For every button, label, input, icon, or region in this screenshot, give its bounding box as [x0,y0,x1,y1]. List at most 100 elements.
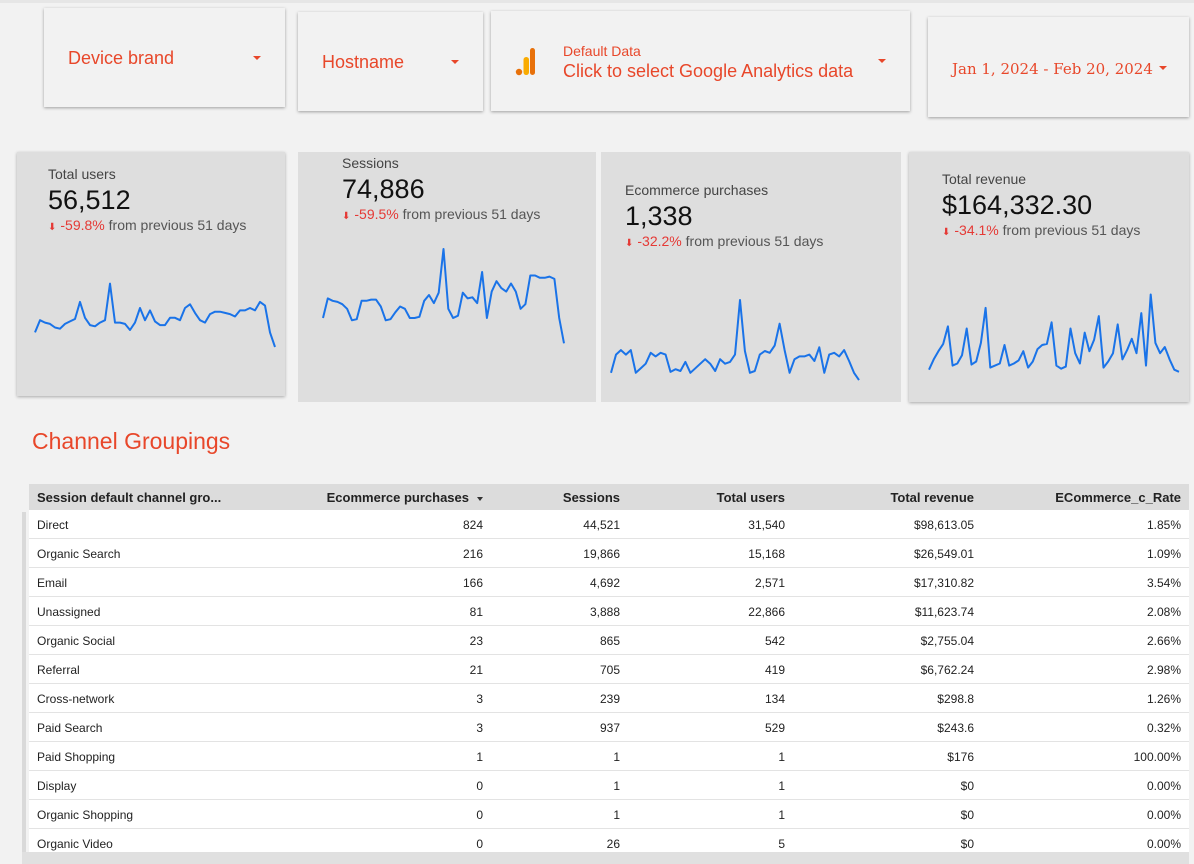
cell-total-revenue: $298.8 [937,692,974,706]
cell-ecommerce-rate: 0.32% [1146,721,1181,735]
cell-ecommerce-rate: 2.08% [1146,605,1181,619]
cell-ecommerce-rate: 0.00% [1146,779,1181,793]
cell-sessions: 865 [599,634,620,648]
cell-ecommerce-purchases: 3 [476,721,483,735]
cell-channel: Unassigned [37,605,101,619]
sort-descending-icon [477,496,483,501]
cell-ecommerce-purchases: 824 [462,518,483,532]
cell-sessions: 26 [606,837,620,851]
cell-total-users: 31,540 [748,518,785,532]
table-row[interactable]: Email 166 4,692 2,571 $17,310.82 3.54% [29,568,1189,597]
scorecard-total-revenue: Total revenue $164,332.30 ⬇ -34.1% from p… [909,152,1189,402]
cell-total-users: 529 [764,721,785,735]
data-source-selector[interactable]: Default Data Click to select Google Anal… [491,11,910,111]
table-body: Direct 824 44,521 31,540 $98,613.05 1.85% Orga… [29,510,1189,858]
table-row[interactable]: Cross-network 3 239 134 $298.8 1.26% [29,684,1189,713]
table-row[interactable]: Organic Search 216 19,866 15,168 $26,549.01 1… [29,539,1189,568]
cell-channel: Paid Search [37,721,103,735]
column-header-ecommerce-purchases[interactable]: Ecommerce purchases [327,490,483,505]
cell-ecommerce-rate: 1.26% [1146,692,1181,706]
scorecard-sessions: Sessions 74,886 ⬇ -59.5% from previous 51… [298,152,596,402]
cell-total-users: 542 [764,634,785,648]
table-bottom-scrollbar[interactable] [22,852,1189,864]
table-row[interactable]: Organic Social 23 865 542 $2,755.04 2.66% [29,626,1189,655]
column-header-total-users[interactable]: Total users [717,490,785,505]
table-row[interactable]: Paid Shopping 1 1 1 $176 100.00% [29,742,1189,771]
data-source-subtitle: Default Data [563,43,641,59]
cell-channel: Organic Social [37,634,116,648]
sparkline-series [322,248,565,344]
table-row[interactable]: Direct 824 44,521 31,540 $98,613.05 1.85% [29,510,1189,539]
column-header-total-revenue[interactable]: Total revenue [890,490,974,505]
cell-total-users: 1 [778,750,785,764]
cell-ecommerce-purchases: 3 [476,692,483,706]
cell-channel: Paid Shopping [37,750,116,764]
table-row[interactable]: Referral 21 705 419 $6,762.24 2.98% [29,655,1189,684]
cell-ecommerce-rate: 0.00% [1146,808,1181,822]
cell-ecommerce-rate: 100.00% [1133,750,1181,764]
cell-total-revenue: $176 [947,750,974,764]
scorecard-ecommerce-purchases: Ecommerce purchases 1,338 ⬇ -32.2% from p… [601,152,901,402]
cell-sessions: 19,866 [583,547,620,561]
cell-ecommerce-purchases: 21 [469,663,483,677]
sparkline-series [928,293,1180,373]
top-border [0,0,1194,3]
chevron-down-icon [878,59,886,63]
cell-total-users: 1 [778,808,785,822]
table-row[interactable]: Paid Search 3 937 529 $243.6 0.32% [29,713,1189,742]
data-source-title: Click to select Google Analytics data [563,61,854,81]
date-range-picker[interactable]: Jan 1, 2024 - Feb 20, 2024 [928,17,1189,117]
cell-total-users: 419 [764,663,785,677]
cell-total-revenue: $0 [960,808,974,822]
table-row[interactable]: Unassigned 81 3,888 22,866 $11,623.74 2.08% [29,597,1189,626]
date-range-label: Jan 1, 2024 - Feb 20, 2024 [952,60,1153,78]
sparkline-series [34,282,276,348]
chevron-down-icon [253,56,261,60]
hostname-filter[interactable]: Hostname [298,12,483,111]
device-brand-label: Device brand [68,48,175,68]
cell-ecommerce-rate: 2.66% [1146,634,1181,648]
cell-channel: Email [37,576,68,590]
cell-total-users: 22,866 [748,605,785,619]
cell-ecommerce-purchases: 216 [462,547,483,561]
cell-total-users: 2,571 [754,576,785,590]
table-row[interactable]: Organic Shopping 0 1 1 $0 0.00% [29,800,1189,829]
table-left-scrollbar[interactable] [22,512,26,852]
cell-total-revenue: $2,755.04 [920,634,974,648]
cell-ecommerce-purchases: 1 [476,750,483,764]
sparkline-chart [34,282,276,348]
chevron-down-icon [451,60,459,64]
cell-ecommerce-rate: 1.09% [1146,547,1181,561]
cell-total-revenue: $26,549.01 [913,547,974,561]
column-header-label: Ecommerce purchases [326,490,469,505]
cell-ecommerce-purchases: 23 [469,634,483,648]
cell-sessions: 239 [599,692,620,706]
cell-ecommerce-rate: 2.98% [1146,663,1181,677]
table-header: Session default channel gro... Ecommerce… [29,484,1189,510]
cell-sessions: 937 [599,721,620,735]
section-title: Channel Groupings [32,428,231,454]
cell-ecommerce-purchases: 0 [476,808,483,822]
cell-sessions: 1 [613,779,620,793]
cell-channel: Direct [37,518,69,532]
cell-sessions: 1 [613,750,620,764]
chevron-down-icon [1159,66,1167,70]
column-header-ecommerce-rate[interactable]: ECommerce_c_Rate [1055,490,1181,505]
cell-total-users: 134 [764,692,785,706]
sparkline-chart [928,293,1180,373]
cell-channel: Display [37,779,77,793]
cell-sessions: 4,692 [589,576,620,590]
cell-sessions: 3,888 [589,605,620,619]
column-header-channel[interactable]: Session default channel gro... [37,490,221,505]
hostname-label: Hostname [322,52,405,72]
device-brand-filter[interactable]: Device brand [44,8,285,107]
column-header-sessions[interactable]: Sessions [563,490,620,505]
cell-ecommerce-rate: 1.85% [1146,518,1181,532]
cell-channel: Referral [37,663,80,677]
sparkline-chart [322,248,565,344]
cell-sessions: 705 [599,663,620,677]
cell-total-users: 15,168 [748,547,785,561]
cell-channel: Cross-network [37,692,115,706]
cell-ecommerce-purchases: 0 [476,837,483,851]
table-row[interactable]: Display 0 1 1 $0 0.00% [29,771,1189,800]
